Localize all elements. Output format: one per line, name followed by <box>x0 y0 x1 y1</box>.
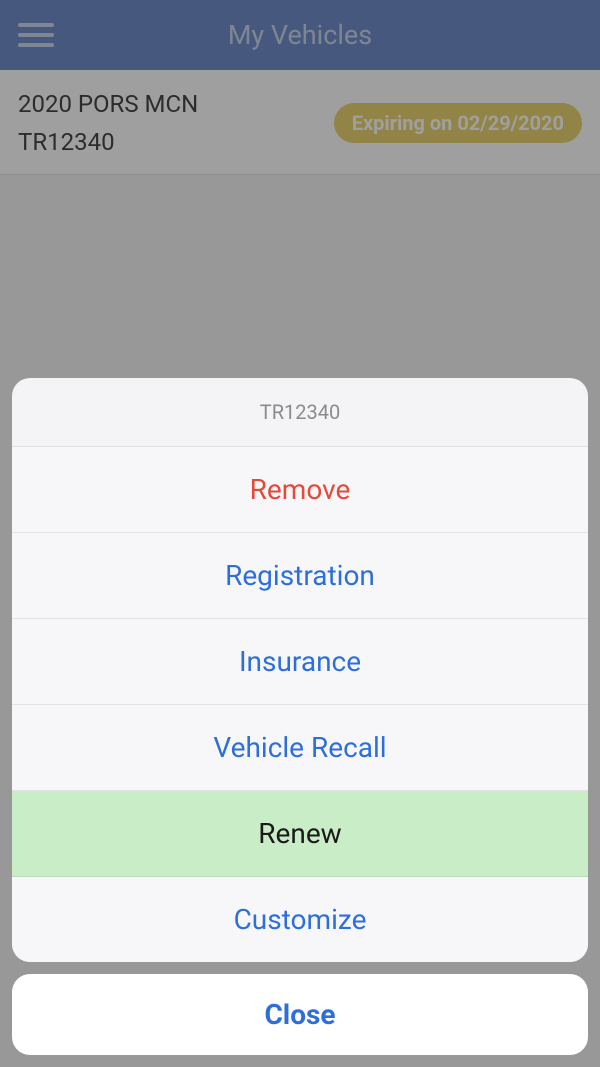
action-sheet-group: TR12340 Remove Registration Insurance Ve… <box>12 378 588 962</box>
insurance-button[interactable]: Insurance <box>12 619 588 705</box>
action-sheet: TR12340 Remove Registration Insurance Ve… <box>12 378 588 1055</box>
action-sheet-title: TR12340 <box>12 378 588 447</box>
renew-button[interactable]: Renew <box>12 791 588 877</box>
customize-button[interactable]: Customize <box>12 877 588 962</box>
vehicle-recall-button[interactable]: Vehicle Recall <box>12 705 588 791</box>
registration-button[interactable]: Registration <box>12 533 588 619</box>
close-button[interactable]: Close <box>12 974 588 1055</box>
remove-button[interactable]: Remove <box>12 447 588 533</box>
